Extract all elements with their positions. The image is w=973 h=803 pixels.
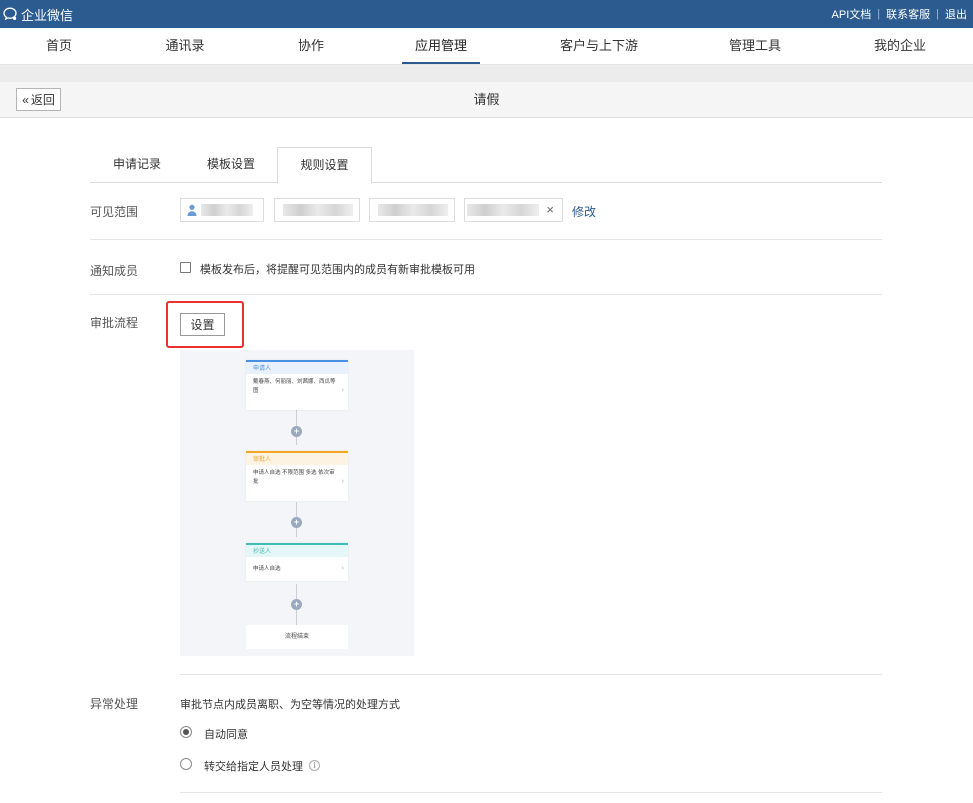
divider — [90, 239, 882, 240]
flow-node-applicant: 申请人 戴春燕、何丽丽、刘茜娜、西瓜等图 › — [246, 360, 348, 410]
double-chevron-left-icon: « — [22, 92, 29, 107]
flow-node-approver: 审批人 申请人自选 不限范围 多选 依次审批 › — [246, 451, 348, 501]
member-pill[interactable] — [274, 198, 360, 222]
redacted-name — [283, 204, 353, 216]
info-icon[interactable]: i — [309, 760, 320, 771]
wecom-logo-icon — [3, 7, 17, 21]
brand-name: 企业微信 — [21, 7, 74, 23]
nav-tools[interactable]: 管理工具 — [716, 28, 794, 64]
radio-auto-approve-label[interactable]: 自动同意 — [204, 726, 248, 742]
title-bar: 请假 « 返回 — [0, 82, 973, 118]
spacer-band — [0, 65, 973, 82]
divider — [180, 674, 882, 675]
nav-customers[interactable]: 客户与上下游 — [551, 28, 647, 64]
back-label: 返回 — [30, 93, 55, 107]
node-body-text: 申请人自选 不限范围 多选 依次审批 — [253, 470, 335, 485]
node-title: 申请人 — [246, 360, 348, 374]
chevron-right-icon: › — [341, 387, 344, 394]
main-nav: 首页 通讯录 协作 应用管理 客户与上下游 管理工具 我的企业 — [0, 28, 973, 65]
nav-my-enterprise[interactable]: 我的企业 — [860, 28, 940, 64]
divider — [90, 294, 882, 295]
page-title: 请假 — [473, 92, 500, 107]
top-links: API文档 | 联系客服 | 退出 — [826, 0, 973, 28]
node-body-text: 申请人自选 — [253, 566, 281, 572]
nav-collaboration[interactable]: 协作 — [283, 28, 339, 64]
set-flow-button[interactable]: 设置 — [180, 313, 225, 336]
tab-template[interactable]: 模板设置 — [184, 147, 278, 183]
node-body: 申请人自选 不限范围 多选 依次审批 › — [246, 465, 348, 501]
add-node-icon: + — [291, 517, 302, 528]
notify-checkbox[interactable] — [180, 262, 191, 273]
visibility-label: 可见范围 — [90, 205, 139, 219]
remove-icon[interactable]: × — [546, 202, 554, 217]
tab-records[interactable]: 申请记录 — [90, 147, 184, 183]
redacted-name — [467, 204, 539, 216]
member-pill[interactable] — [369, 198, 455, 222]
member-pill[interactable] — [180, 198, 264, 222]
brand[interactable]: 企业微信 — [2, 0, 73, 28]
exception-label: 异常处理 — [90, 697, 139, 711]
back-button[interactable]: « 返回 — [16, 88, 61, 111]
top-bar: 企业微信 API文档 | 联系客服 | 退出 — [0, 0, 973, 28]
add-node-icon: + — [291, 599, 302, 610]
add-node-icon: + — [291, 426, 302, 437]
modify-link[interactable]: 修改 — [572, 203, 596, 220]
radio-transfer-label[interactable]: 转交给指定人员处理 — [204, 758, 303, 774]
chevron-right-icon: › — [341, 565, 344, 572]
radio-auto-approve[interactable] — [180, 726, 192, 738]
redacted-name — [201, 204, 253, 216]
node-body: 戴春燕、何丽丽、刘茜娜、西瓜等图 › — [246, 374, 348, 410]
tab-bar: 申请记录 模板设置 规则设置 — [90, 147, 882, 184]
node-title: 抄送人 — [246, 543, 348, 557]
tab-rules[interactable]: 规则设置 — [277, 147, 372, 184]
nav-home[interactable]: 首页 — [28, 28, 90, 64]
user-icon — [187, 204, 197, 216]
node-body: 申请人自选 › — [246, 557, 348, 581]
notify-text: 模板发布后，将提醒可见范围内的成员有新审批模板可用 — [200, 264, 475, 276]
flow-preview[interactable]: 申请人 戴春燕、何丽丽、刘茜娜、西瓜等图 › + 审批人 申请人自选 不限范围 … — [180, 350, 414, 656]
member-pill[interactable]: × — [464, 198, 563, 222]
logout-link[interactable]: 退出 — [939, 6, 973, 22]
divider — [180, 792, 882, 793]
flow-node-cc: 抄送人 申请人自选 › — [246, 543, 348, 581]
node-body-text: 戴春燕、何丽丽、刘茜娜、西瓜等图 — [253, 379, 336, 394]
chevron-right-icon: › — [341, 478, 344, 485]
redacted-name — [378, 204, 448, 216]
radio-transfer[interactable] — [180, 758, 192, 770]
approval-label: 审批流程 — [90, 316, 139, 330]
node-title: 审批人 — [246, 451, 348, 465]
flow-end-node: 流程结束 — [246, 625, 348, 649]
exception-description: 审批节点内成员离职、为空等情况的处理方式 — [180, 699, 400, 711]
nav-contacts[interactable]: 通讯录 — [150, 28, 220, 64]
api-docs-link[interactable]: API文档 — [826, 6, 878, 22]
support-link[interactable]: 联系客服 — [880, 6, 936, 22]
nav-app-management[interactable]: 应用管理 — [402, 28, 480, 64]
notify-label: 通知成员 — [90, 264, 139, 278]
